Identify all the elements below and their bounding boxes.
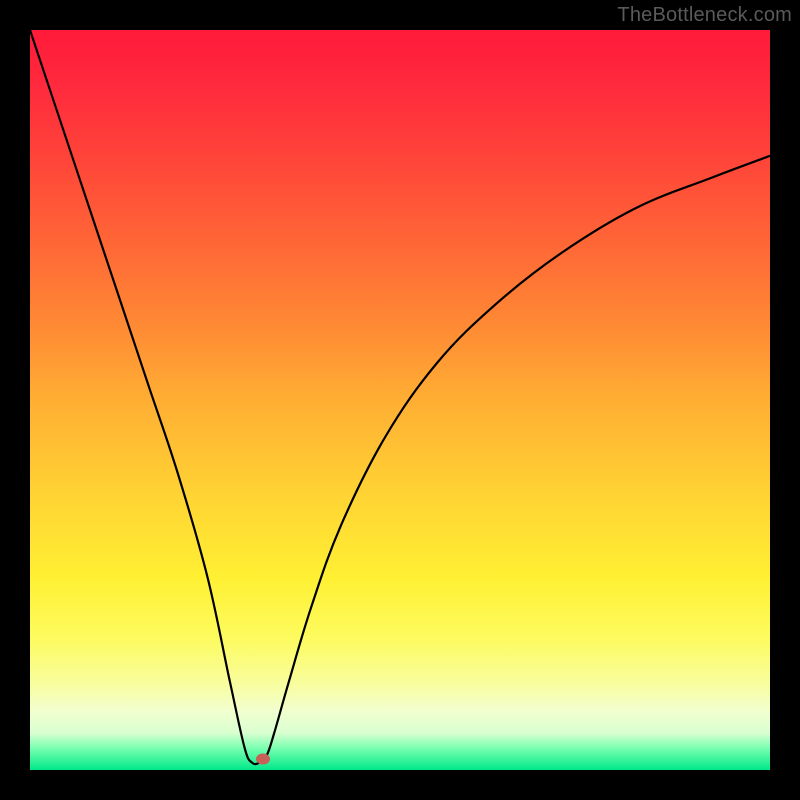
- chart-frame: TheBottleneck.com: [0, 0, 800, 800]
- plot-area: [30, 30, 770, 770]
- optimal-point-marker: [256, 753, 270, 764]
- watermark-text: TheBottleneck.com: [617, 4, 792, 27]
- bottleneck-curve: [30, 30, 770, 764]
- curve-svg: [30, 30, 770, 770]
- curve-layer: [30, 30, 770, 770]
